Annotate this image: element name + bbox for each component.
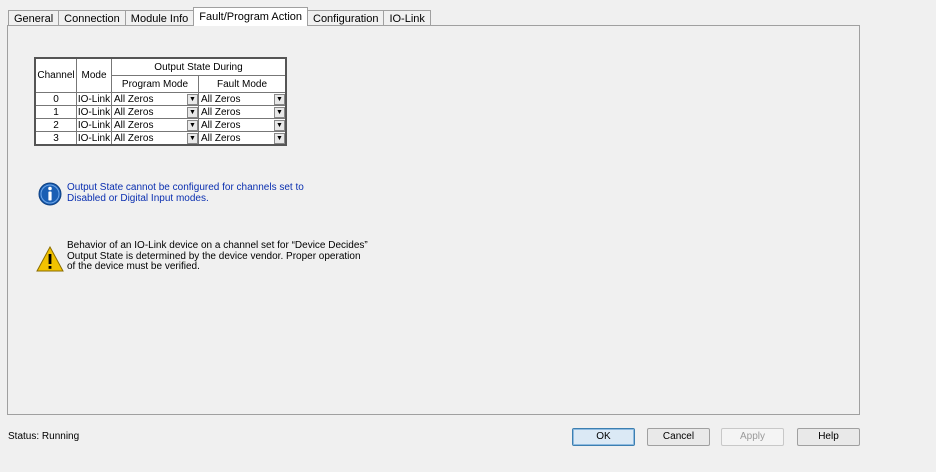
program-mode-select[interactable]: All Zeros ▼ [111, 92, 199, 106]
chevron-down-icon[interactable]: ▼ [187, 132, 198, 144]
program-mode-select[interactable]: All Zeros ▼ [111, 105, 199, 119]
program-mode-value: All Zeros [114, 119, 154, 131]
fault-mode-select[interactable]: All Zeros ▼ [198, 92, 287, 106]
program-mode-value: All Zeros [114, 132, 154, 144]
output-state-table: Channel Mode Output State During Program… [34, 57, 287, 146]
tab-io-link[interactable]: IO-Link [383, 10, 431, 26]
cancel-button[interactable]: Cancel [647, 428, 710, 446]
tab-connection[interactable]: Connection [58, 10, 126, 26]
fault-mode-select[interactable]: All Zeros ▼ [198, 118, 287, 132]
table-row: 1 IO-Link All Zeros ▼ All Zeros ▼ [34, 105, 287, 119]
mode-cell: IO-Link [76, 118, 112, 132]
mode-cell: IO-Link [76, 105, 112, 119]
program-mode-value: All Zeros [114, 93, 154, 105]
status-text: Status: Running [8, 431, 80, 442]
info-icon [38, 182, 62, 206]
chevron-down-icon[interactable]: ▼ [187, 93, 198, 105]
header-channel: Channel [34, 57, 77, 93]
channel-cell: 3 [34, 131, 77, 146]
header-output-state-during: Output State During [111, 57, 287, 76]
tab-fault-program-action[interactable]: Fault/Program Action [193, 7, 308, 26]
tab-configuration[interactable]: Configuration [307, 10, 385, 26]
channel-cell: 0 [34, 92, 77, 106]
help-button[interactable]: Help [797, 428, 860, 446]
fault-mode-value: All Zeros [201, 119, 241, 131]
apply-button[interactable]: Apply [721, 428, 784, 446]
fault-mode-value: All Zeros [201, 93, 241, 105]
mode-cell: IO-Link [76, 92, 112, 106]
chevron-down-icon[interactable]: ▼ [274, 93, 285, 105]
channel-cell: 1 [34, 105, 77, 119]
chevron-down-icon[interactable]: ▼ [274, 132, 285, 144]
info-line-1: Output State cannot be configured for ch… [67, 182, 304, 193]
warning-line-1: Behavior of an IO-Link device on a chann… [67, 240, 368, 251]
chevron-down-icon[interactable]: ▼ [187, 106, 198, 118]
table-row: 2 IO-Link All Zeros ▼ All Zeros ▼ [34, 118, 287, 132]
chevron-down-icon[interactable]: ▼ [274, 119, 285, 131]
fault-mode-select[interactable]: All Zeros ▼ [198, 131, 287, 146]
warning-message: Behavior of an IO-Link device on a chann… [36, 240, 368, 273]
header-mode: Mode [76, 57, 112, 93]
ok-button[interactable]: OK [572, 428, 635, 446]
program-mode-value: All Zeros [114, 106, 154, 118]
mode-cell: IO-Link [76, 131, 112, 146]
header-program-mode: Program Mode [111, 75, 199, 93]
tab-bar: General Connection Module Info Fault/Pro… [8, 7, 431, 26]
program-mode-select[interactable]: All Zeros ▼ [111, 118, 199, 132]
fault-mode-select[interactable]: All Zeros ▼ [198, 105, 287, 119]
table-row: 3 IO-Link All Zeros ▼ All Zeros ▼ [34, 131, 287, 146]
tab-module-info[interactable]: Module Info [124, 10, 195, 26]
info-line-2: Disabled or Digital Input modes. [67, 193, 209, 204]
tab-panel: Channel Mode Output State During Program… [7, 25, 860, 415]
table-row: 0 IO-Link All Zeros ▼ All Zeros ▼ [34, 92, 287, 106]
header-fault-mode: Fault Mode [198, 75, 287, 93]
fault-mode-value: All Zeros [201, 106, 241, 118]
program-mode-select[interactable]: All Zeros ▼ [111, 131, 199, 146]
warning-icon [36, 246, 64, 272]
chevron-down-icon[interactable]: ▼ [187, 119, 198, 131]
fault-mode-value: All Zeros [201, 132, 241, 144]
info-message: Output State cannot be configured for ch… [38, 182, 304, 206]
chevron-down-icon[interactable]: ▼ [274, 106, 285, 118]
warning-line-3: of the device must be verified. [67, 261, 200, 272]
tab-general[interactable]: General [8, 10, 60, 26]
channel-cell: 2 [34, 118, 77, 132]
